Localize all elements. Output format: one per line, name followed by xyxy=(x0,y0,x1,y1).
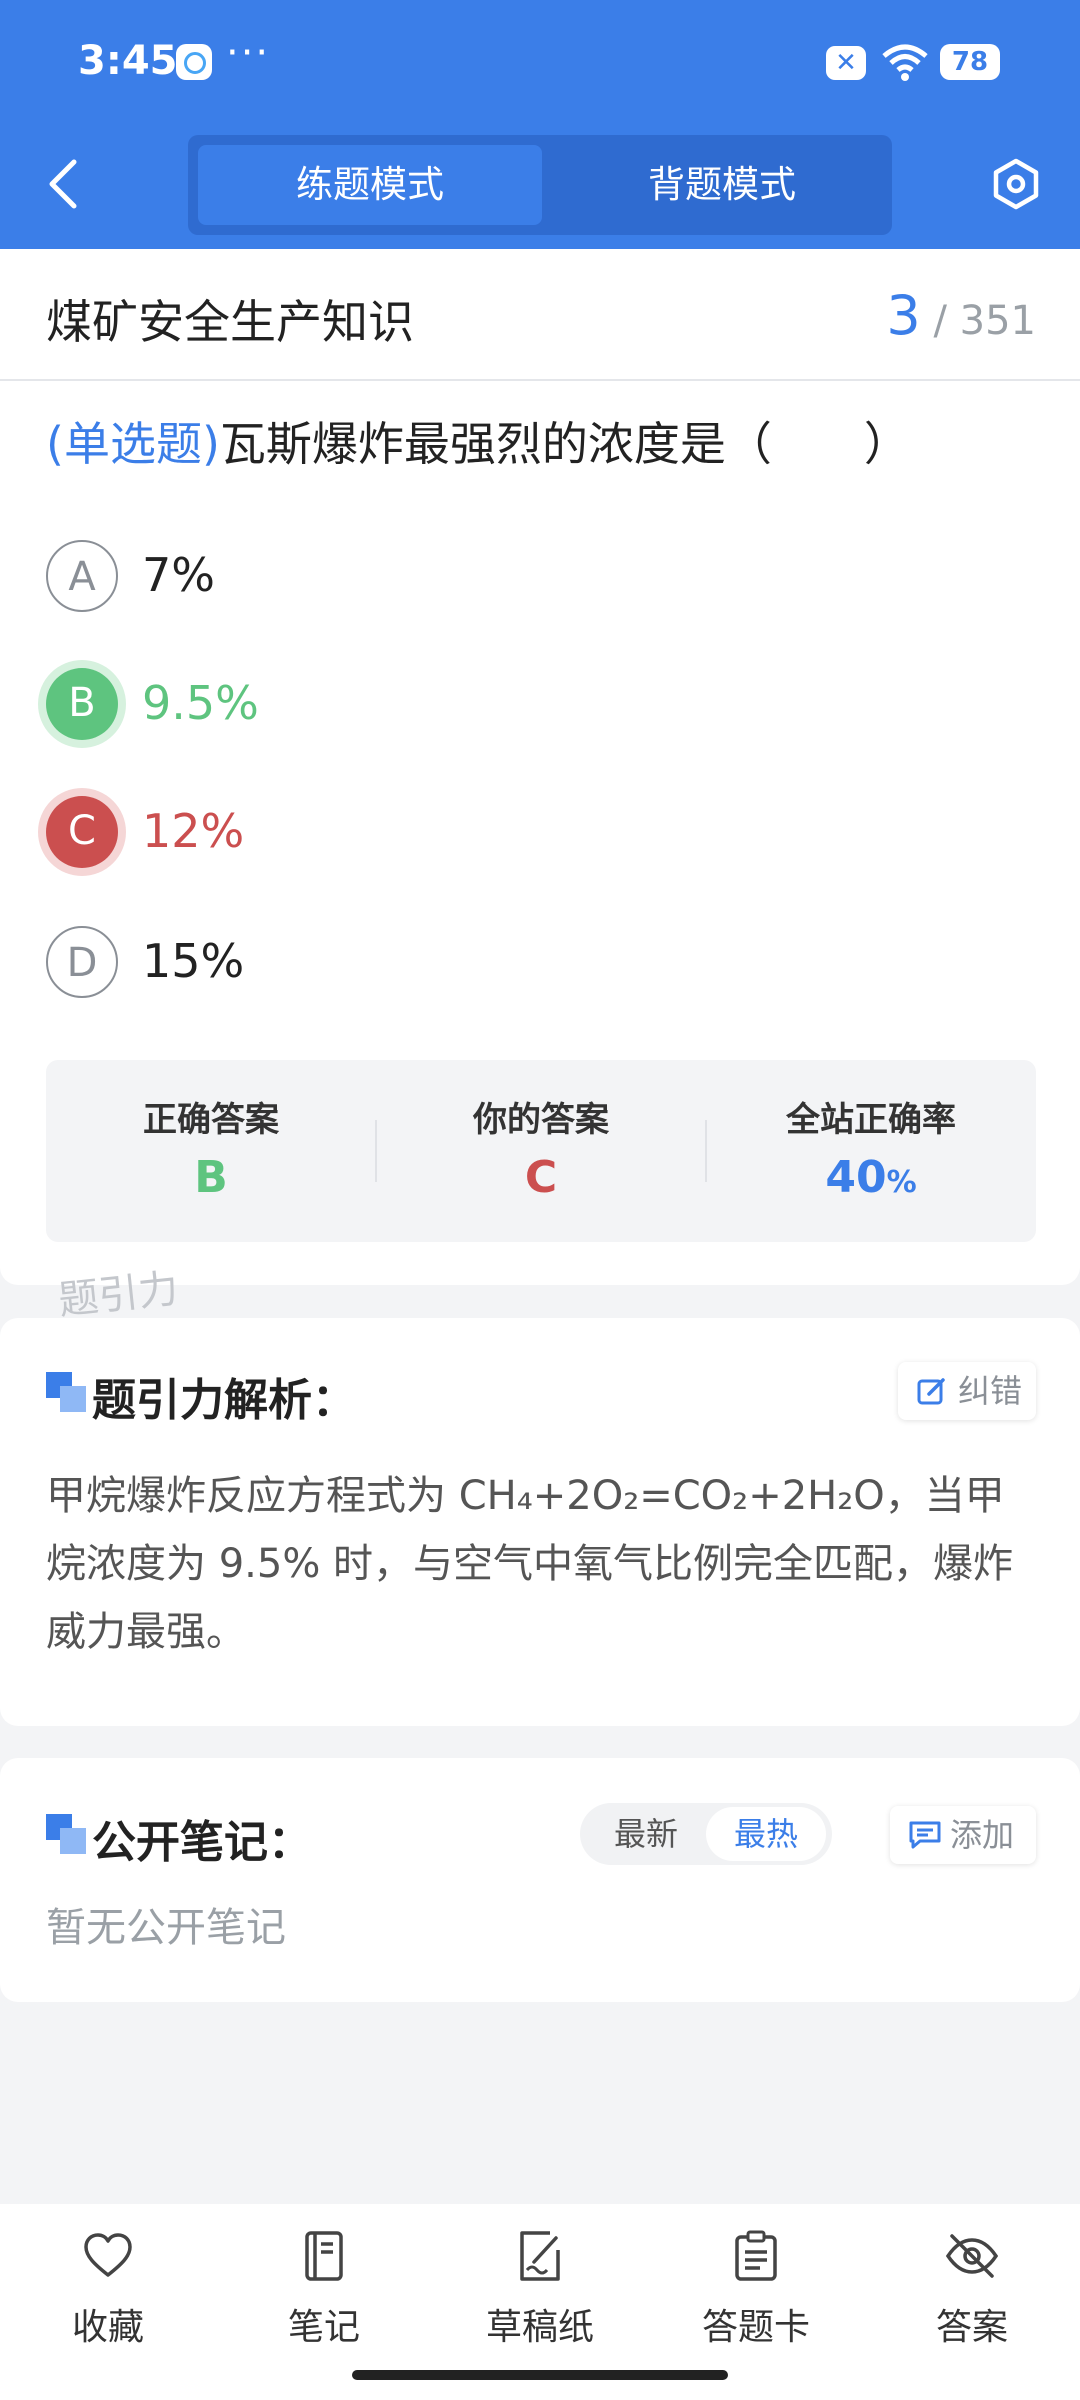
eye-off-icon xyxy=(945,2234,999,2278)
option-text: 12% xyxy=(142,804,245,858)
option-letter: B xyxy=(46,668,118,740)
option-letter: A xyxy=(46,540,118,612)
empty-notes-text: 暂无公开笔记 xyxy=(46,1905,286,1951)
notebook-icon xyxy=(305,2231,343,2281)
report-error-button[interactable]: 纠错 xyxy=(898,1362,1036,1420)
option-text: 15% xyxy=(142,934,245,988)
analysis-title: 题引力解析： xyxy=(92,1375,356,1426)
nav-label: 收藏 xyxy=(71,2307,144,2348)
subject-title: 煤矿安全生产知识 xyxy=(46,295,414,349)
accuracy-rate-label: 全站正确率 xyxy=(786,1100,956,1140)
network-off-icon: ✕ xyxy=(826,46,866,80)
nav-favorite[interactable]: 收藏 xyxy=(0,2204,216,2400)
your-answer-label: 你的答案 xyxy=(473,1100,609,1140)
correct-answer-label: 正确答案 xyxy=(143,1100,279,1140)
option-letter: C xyxy=(46,796,118,868)
option-text: 7% xyxy=(142,548,215,602)
nav-label: 笔记 xyxy=(287,2307,360,2348)
app-header: 3:45 ··· ✕ 78 练题模式 背题模式 xyxy=(0,0,1080,249)
correct-answer-value: B xyxy=(194,1152,228,1203)
accuracy-rate-unit: % xyxy=(886,1165,917,1200)
settings-icon[interactable] xyxy=(990,158,1042,210)
heart-icon xyxy=(84,2233,132,2277)
section-marker-icon xyxy=(46,1372,86,1412)
draft-paper-icon xyxy=(520,2231,560,2281)
question-text: 瓦斯爆炸最强烈的浓度是（ ） xyxy=(219,417,910,471)
sort-hottest-option[interactable]: 最热 xyxy=(706,1807,826,1861)
add-note-label: 添加 xyxy=(950,1816,1015,1854)
current-question-number: 3 xyxy=(886,284,921,347)
add-note-button[interactable]: 添加 xyxy=(890,1806,1036,1864)
total-questions: / 351 xyxy=(933,298,1036,344)
nav-label: 草稿纸 xyxy=(485,2307,594,2348)
notes-sort-toggle: 最新 最热 xyxy=(580,1803,832,1865)
more-notifications-icon: ··· xyxy=(226,30,271,76)
accuracy-rate-value: 40% xyxy=(706,1152,1036,1203)
edit-icon xyxy=(917,1378,945,1405)
nav-label: 答案 xyxy=(935,2307,1008,2348)
accuracy-rate-block: 全站正确率 40% xyxy=(706,1060,1036,1242)
battery-icon: 78 xyxy=(940,44,1000,80)
notes-title: 公开笔记： xyxy=(92,1817,312,1868)
correct-answer-block: 正确答案 B xyxy=(46,1060,376,1242)
app-notification-icon xyxy=(176,44,212,80)
notes-card xyxy=(0,1758,1080,2002)
divider xyxy=(0,379,1080,381)
answer-summary: 正确答案 B 你的答案 C 全站正确率 40% xyxy=(46,1060,1036,1242)
question-counter: 3 / 351 xyxy=(886,284,1036,347)
tab-practice-mode[interactable]: 练题模式 xyxy=(198,145,542,225)
sort-newest-option[interactable]: 最新 xyxy=(586,1807,706,1861)
your-answer-value: C xyxy=(524,1152,558,1203)
question-stem: (单选题)瓦斯爆炸最强烈的浓度是（ ） xyxy=(46,408,910,474)
section-marker-icon xyxy=(46,1814,86,1854)
answer-sheet-icon xyxy=(735,2230,777,2281)
your-answer-block: 你的答案 C xyxy=(376,1060,706,1242)
option-text: 9.5% xyxy=(142,676,259,730)
option-letter: D xyxy=(46,926,118,998)
status-time: 3:45 xyxy=(78,38,178,84)
comment-icon xyxy=(909,1821,941,1849)
back-icon[interactable] xyxy=(40,156,88,212)
wifi-icon xyxy=(882,44,928,81)
mode-switch: 练题模式 背题模式 xyxy=(188,135,892,235)
question-type: (单选题) xyxy=(46,417,220,471)
tab-memorize-mode[interactable]: 背题模式 xyxy=(550,145,894,225)
analysis-text: 甲烷爆炸反应方程式为 CH₄+2O₂=CO₂+2H₂O，当甲烷浓度为 9.5% … xyxy=(46,1473,1014,1655)
home-indicator[interactable] xyxy=(352,2370,728,2380)
nav-label: 答题卡 xyxy=(701,2307,810,2348)
nav-show-answer[interactable]: 答案 xyxy=(864,2204,1080,2400)
watermark: 题引力 xyxy=(56,1265,181,1325)
report-error-label: 纠错 xyxy=(958,1372,1023,1410)
accuracy-rate-number: 40 xyxy=(825,1152,887,1203)
